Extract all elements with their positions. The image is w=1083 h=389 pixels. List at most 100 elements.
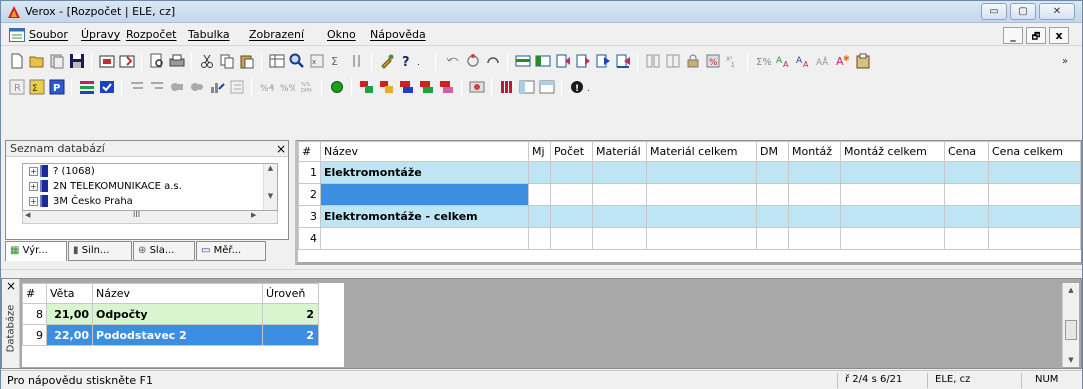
- col-header-material[interactable]: Materiál: [592, 141, 647, 162]
- r-mode-icon[interactable]: R: [9, 79, 25, 95]
- print-icon[interactable]: [169, 53, 185, 69]
- veta-cell[interactable]: 22,00: [46, 324, 93, 346]
- mdi-minimize-button[interactable]: _: [1003, 27, 1023, 44]
- red-flag-icon[interactable]: [359, 79, 375, 95]
- cell[interactable]: [988, 183, 1081, 206]
- mdi-restore-button[interactable]: 🗗: [1026, 27, 1046, 44]
- columns-icon[interactable]: [349, 53, 365, 69]
- col-header-montaz-celkem[interactable]: Montáž celkem: [840, 141, 945, 162]
- merge-icon[interactable]: [665, 53, 681, 69]
- menu-zobrazeni[interactable]: Zobrazení: [249, 28, 304, 41]
- clipboard-icon[interactable]: [855, 53, 871, 69]
- tree-hscrollbar[interactable]: ◀ III ▶: [22, 210, 278, 224]
- vat-icon[interactable]: %%DPH: [299, 79, 315, 95]
- table-row[interactable]: 3 Elektromontáže - celkem: [298, 205, 1081, 228]
- col-header-nazev[interactable]: Název: [92, 283, 263, 304]
- import-icon[interactable]: [99, 53, 115, 69]
- cell[interactable]: [550, 227, 593, 250]
- row-name-cell-selected[interactable]: [320, 183, 529, 206]
- chart-level-icon[interactable]: [209, 79, 225, 95]
- grid-view-icon[interactable]: [519, 79, 535, 95]
- level-2-icon[interactable]: [149, 79, 165, 95]
- cell[interactable]: [944, 161, 989, 184]
- col-header-material-celkem[interactable]: Materiál celkem: [646, 141, 757, 162]
- sum-icon[interactable]: Σ: [329, 53, 345, 69]
- menu-okno[interactable]: Okno: [327, 28, 356, 41]
- tree-item[interactable]: +2N TELEKOMUNIKACE a.s.: [29, 180, 182, 194]
- tree-item[interactable]: +? (1068): [29, 165, 95, 179]
- filter-view-icon[interactable]: [99, 79, 115, 95]
- cell[interactable]: [788, 183, 841, 206]
- lock-icon[interactable]: [685, 53, 701, 69]
- dropdown-arrow-icon[interactable]: .: [415, 56, 425, 66]
- row-name-cell[interactable]: Elektromontáže - celkem: [320, 205, 529, 228]
- cut-icon[interactable]: [199, 53, 215, 69]
- col-header-uroven[interactable]: Úroveň: [262, 283, 319, 304]
- uroven-cell[interactable]: 2: [262, 324, 319, 346]
- horizontal-splitter[interactable]: [1, 269, 1082, 277]
- minimize-button[interactable]: ▭: [981, 3, 1007, 20]
- col-header-pocet[interactable]: Počet: [550, 141, 593, 162]
- markup-icon[interactable]: AA: [775, 53, 791, 69]
- maximize-button[interactable]: ▢: [1010, 3, 1036, 20]
- cell[interactable]: [840, 205, 945, 228]
- cell[interactable]: [788, 227, 841, 250]
- cell[interactable]: [646, 183, 757, 206]
- cell[interactable]: [988, 161, 1081, 184]
- copy-icon[interactable]: [219, 53, 235, 69]
- table-row[interactable]: 4: [298, 227, 1081, 250]
- mark-icon[interactable]: A ✱: [835, 53, 851, 69]
- cell[interactable]: [592, 161, 647, 184]
- discount-icon[interactable]: AA: [795, 53, 811, 69]
- insert-section-icon[interactable]: [535, 53, 551, 69]
- table-row[interactable]: 1 Elektromontáže: [298, 161, 1081, 184]
- export-icon[interactable]: [119, 53, 135, 69]
- status-green-icon[interactable]: [329, 79, 345, 95]
- delete-item-icon[interactable]: [439, 79, 455, 95]
- row-name-cell[interactable]: [320, 227, 529, 250]
- insert-row-icon[interactable]: [515, 53, 531, 69]
- list-view-icon[interactable]: [79, 79, 95, 95]
- cell[interactable]: [840, 183, 945, 206]
- cell[interactable]: [756, 227, 789, 250]
- nazev-cell[interactable]: Odpočty: [92, 303, 263, 325]
- tab-mereni[interactable]: ▭ Měř...: [196, 241, 266, 261]
- paste-icon[interactable]: [239, 53, 255, 69]
- add-item-icon[interactable]: [399, 79, 415, 95]
- info-icon[interactable]: !: [569, 79, 585, 95]
- tab-slaboproud[interactable]: ⊛ Sla...: [133, 241, 195, 261]
- outdent-icon[interactable]: [615, 53, 631, 69]
- rate-icon[interactable]: %‰: [279, 79, 295, 95]
- col-header-cena-celkem[interactable]: Cena celkem: [988, 141, 1081, 162]
- cell[interactable]: [944, 205, 989, 228]
- outline-icon[interactable]: [229, 79, 245, 95]
- expand-icon[interactable]: +: [29, 166, 38, 176]
- cell[interactable]: [550, 205, 593, 228]
- cell[interactable]: [646, 205, 757, 228]
- menu-upravy[interactable]: Úpravy: [81, 28, 120, 41]
- move-down-icon[interactable]: [575, 53, 591, 69]
- uroven-cell[interactable]: 2: [262, 303, 319, 325]
- cell[interactable]: [646, 161, 757, 184]
- detail-row-selected[interactable]: 9 22,00 Pododstavec 2 2: [22, 324, 319, 346]
- veta-cell[interactable]: 21,00: [46, 303, 93, 325]
- col-header-montaz[interactable]: Montáž: [788, 141, 841, 162]
- panel-close-icon[interactable]: ×: [276, 142, 286, 156]
- side-dock-tab[interactable]: × Databáze: [2, 279, 20, 368]
- indent-icon[interactable]: [595, 53, 611, 69]
- expand-icon[interactable]: +: [29, 196, 38, 206]
- cell[interactable]: [840, 161, 945, 184]
- cell[interactable]: [592, 205, 647, 228]
- cell[interactable]: [788, 161, 841, 184]
- col-header-num[interactable]: #: [298, 141, 321, 162]
- cell[interactable]: [592, 183, 647, 206]
- cell[interactable]: [528, 205, 551, 228]
- mdi-close-button[interactable]: x: [1049, 27, 1069, 44]
- cell[interactable]: [528, 161, 551, 184]
- move-up-icon[interactable]: [555, 53, 571, 69]
- cell[interactable]: [592, 227, 647, 250]
- tab-vyrobky[interactable]: ▦ Výr...: [5, 241, 67, 261]
- calc-icon[interactable]: %: [705, 53, 721, 69]
- open-folder-icon[interactable]: [29, 53, 45, 69]
- cell[interactable]: [528, 183, 551, 206]
